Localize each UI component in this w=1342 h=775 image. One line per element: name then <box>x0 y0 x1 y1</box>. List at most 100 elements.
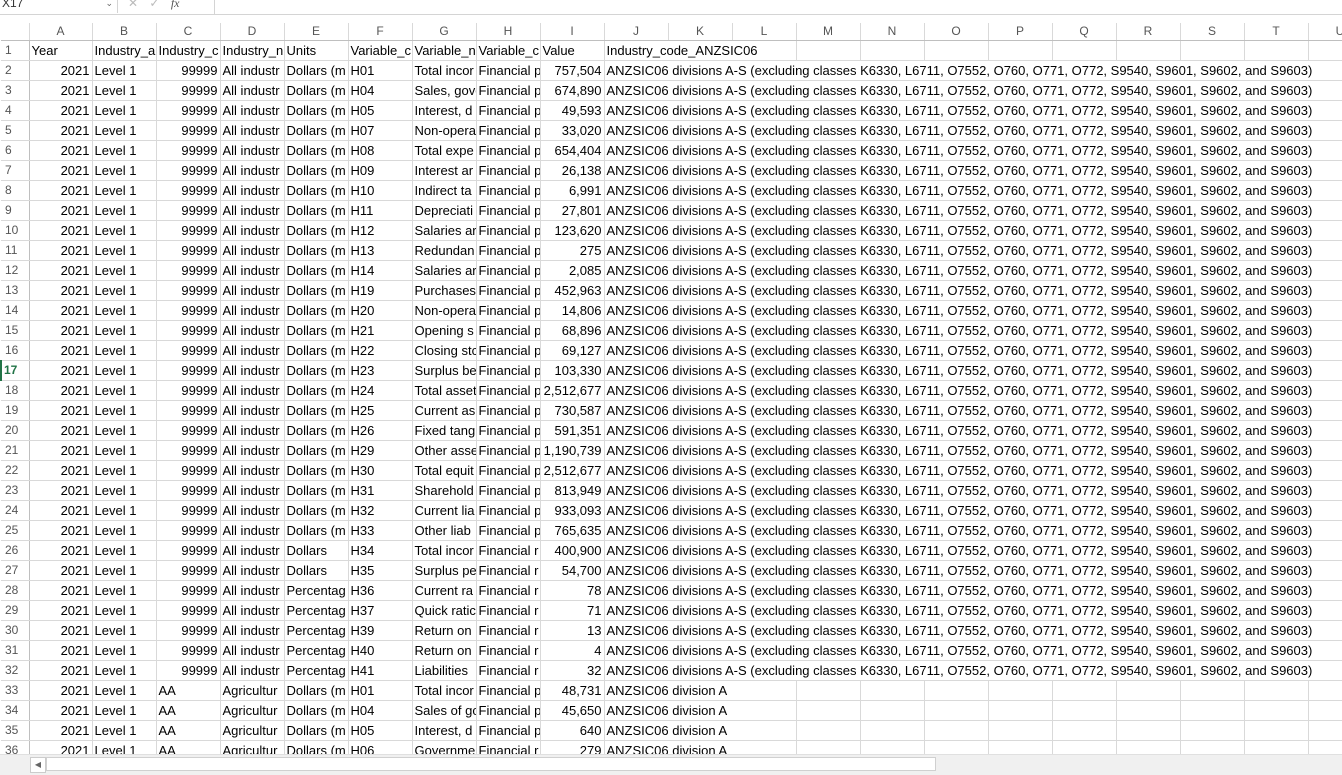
cell[interactable]: Financial p <box>476 680 541 701</box>
row-header[interactable]: 27 <box>1 560 30 581</box>
row-header[interactable]: 14 <box>1 300 30 321</box>
cell[interactable]: All industr <box>220 620 285 641</box>
cell[interactable]: 99999 <box>156 360 221 381</box>
cell[interactable]: 2021 <box>29 100 93 121</box>
cell[interactable]: Depreciati <box>412 200 477 221</box>
cell[interactable]: Closing stc <box>412 340 477 361</box>
cell[interactable] <box>1244 700 1309 721</box>
cell[interactable]: ANZSIC06 divisions A-S (excluding classe… <box>604 240 1342 261</box>
cell[interactable]: Percentag <box>284 640 349 661</box>
cell[interactable]: Financial p <box>476 260 541 281</box>
cell[interactable]: Financial r <box>476 640 541 661</box>
cell[interactable] <box>796 720 861 741</box>
cell[interactable]: H12 <box>348 220 413 241</box>
column-header-l[interactable]: L <box>732 23 797 41</box>
cell[interactable]: H23 <box>348 360 413 381</box>
cell[interactable]: 2021 <box>29 380 93 401</box>
cell[interactable]: Dollars <box>284 540 349 561</box>
cell[interactable]: Agricultur <box>220 680 285 701</box>
cell[interactable] <box>1052 740 1117 754</box>
cell[interactable] <box>924 680 989 701</box>
cell[interactable]: All industr <box>220 220 285 241</box>
cell[interactable] <box>860 680 925 701</box>
cell[interactable]: Dollars (m <box>284 140 349 161</box>
row-header[interactable]: 25 <box>1 520 30 541</box>
column-header-s[interactable]: S <box>1180 23 1245 41</box>
cell[interactable]: Agricultur <box>220 700 285 721</box>
row-header[interactable]: 34 <box>1 700 30 721</box>
cell[interactable]: Financial r <box>476 560 541 581</box>
row-header[interactable]: 30 <box>1 620 30 641</box>
cell[interactable]: ANZSIC06 divisions A-S (excluding classe… <box>604 560 1342 581</box>
cell[interactable]: Level 1 <box>92 540 157 561</box>
cell[interactable]: All industr <box>220 140 285 161</box>
cell[interactable]: Industry_c <box>156 40 221 61</box>
select-all-corner[interactable] <box>1 23 30 41</box>
cell[interactable]: H10 <box>348 180 413 201</box>
column-header-k[interactable]: K <box>668 23 733 41</box>
cell[interactable]: 2021 <box>29 240 93 261</box>
cell[interactable]: 2021 <box>29 260 93 281</box>
cell[interactable]: Financial p <box>476 700 541 721</box>
cell[interactable]: All industr <box>220 440 285 461</box>
cell[interactable]: All industr <box>220 200 285 221</box>
cell[interactable]: Dollars (m <box>284 340 349 361</box>
cell[interactable]: AA <box>156 700 221 721</box>
row-header[interactable]: 8 <box>1 180 30 201</box>
cell[interactable]: 99999 <box>156 400 221 421</box>
cell[interactable]: Salaries ar <box>412 260 477 281</box>
cell[interactable] <box>1244 680 1309 701</box>
cell[interactable]: Financial p <box>476 480 541 501</box>
row-header[interactable]: 13 <box>1 280 30 301</box>
row-header[interactable]: 36 <box>1 740 30 754</box>
cell[interactable]: ANZSIC06 divisions A-S (excluding classe… <box>604 100 1342 121</box>
cell[interactable]: All industr <box>220 660 285 681</box>
row-header[interactable]: 15 <box>1 320 30 341</box>
cell[interactable]: Financial p <box>476 200 541 221</box>
cell[interactable]: All industr <box>220 320 285 341</box>
cell[interactable]: 730,587 <box>540 400 605 421</box>
cell[interactable]: 99999 <box>156 80 221 101</box>
column-header-g[interactable]: G <box>412 23 477 41</box>
cell[interactable]: H31 <box>348 480 413 501</box>
cell[interactable]: Level 1 <box>92 720 157 741</box>
row-header[interactable]: 29 <box>1 600 30 621</box>
row-header[interactable]: 17 <box>0 360 30 381</box>
row-header[interactable]: 1 <box>1 40 30 61</box>
cell[interactable]: Financial r <box>476 600 541 621</box>
cell[interactable] <box>1180 40 1245 61</box>
cell[interactable]: Return on <box>412 620 477 641</box>
cell[interactable]: AA <box>156 680 221 701</box>
column-header-n[interactable]: N <box>860 23 925 41</box>
cell[interactable]: ANZSIC06 divisions A-S (excluding classe… <box>604 460 1342 481</box>
cell[interactable]: ANZSIC06 division A <box>604 680 797 701</box>
cell[interactable]: Dollars (m <box>284 520 349 541</box>
cell[interactable]: Financial p <box>476 120 541 141</box>
cell[interactable]: Agricultur <box>220 740 285 754</box>
column-header-f[interactable]: F <box>348 23 413 41</box>
cell[interactable]: 99999 <box>156 660 221 681</box>
cell[interactable]: AA <box>156 740 221 754</box>
cell[interactable]: All industr <box>220 380 285 401</box>
cell[interactable]: Level 1 <box>92 740 157 754</box>
column-header-d[interactable]: D <box>220 23 285 41</box>
cell[interactable]: Dollars (m <box>284 160 349 181</box>
row-header[interactable]: 7 <box>1 160 30 181</box>
cell[interactable]: All industr <box>220 420 285 441</box>
cell[interactable]: 2021 <box>29 220 93 241</box>
cell[interactable]: 99999 <box>156 60 221 81</box>
cell[interactable]: Dollars (m <box>284 740 349 754</box>
cell[interactable]: All industr <box>220 340 285 361</box>
cell[interactable]: 99999 <box>156 460 221 481</box>
cell[interactable] <box>1244 720 1309 741</box>
cell[interactable]: H41 <box>348 660 413 681</box>
cell[interactable]: 26,138 <box>540 160 605 181</box>
cell[interactable] <box>1116 720 1181 741</box>
cell[interactable]: H35 <box>348 560 413 581</box>
cell[interactable]: Industry_n <box>220 40 285 61</box>
cell[interactable]: Year <box>29 40 93 61</box>
cell[interactable]: Level 1 <box>92 520 157 541</box>
cell[interactable]: Dollars (m <box>284 200 349 221</box>
cell[interactable]: 640 <box>540 720 605 741</box>
cell[interactable]: 69,127 <box>540 340 605 361</box>
